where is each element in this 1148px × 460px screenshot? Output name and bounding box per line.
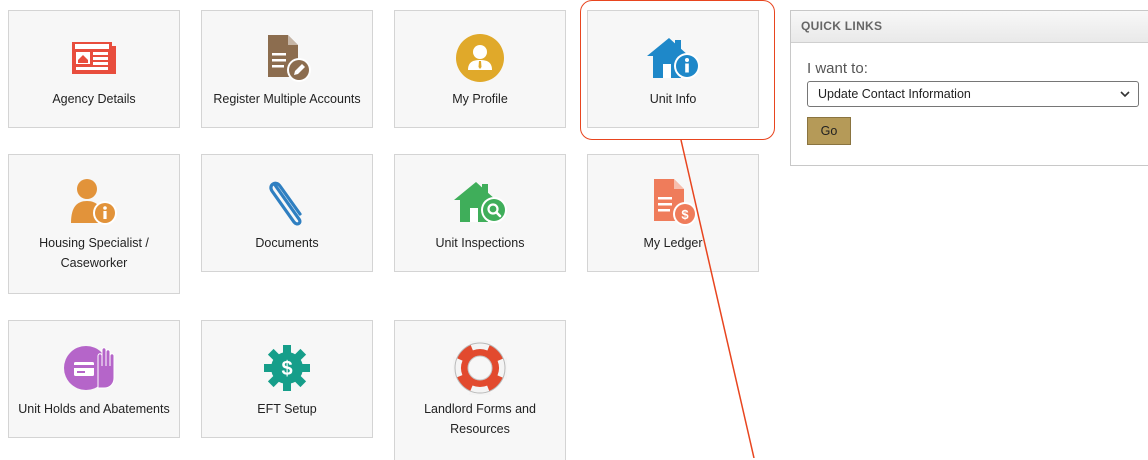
tile-label: Unit Inspections xyxy=(435,236,525,250)
tile-register-multiple-accounts[interactable]: Register Multiple Accounts xyxy=(201,10,373,128)
document-edit-icon xyxy=(257,33,317,83)
chevron-down-icon xyxy=(1120,82,1130,106)
tile-unit-info[interactable]: Unit Info xyxy=(587,10,759,128)
tile-label: Unit Info xyxy=(649,92,697,106)
tile-label: Agency Details xyxy=(52,92,136,106)
tile-unit-holds[interactable]: Unit Holds and Abatements xyxy=(8,320,180,438)
quick-links-prompt: I want to: xyxy=(807,60,868,77)
tile-agency-details[interactable]: Agency Details xyxy=(8,10,180,128)
house-info-icon xyxy=(643,33,703,83)
tile-eft-setup[interactable]: $ EFT Setup xyxy=(201,320,373,438)
tile-label: My Ledger xyxy=(643,236,703,250)
document-dollar-icon: $ xyxy=(643,177,703,227)
tile-label-line: Landlord Forms and xyxy=(424,402,536,416)
tile-label: Housing Specialist / Caseworker xyxy=(35,233,153,273)
quick-links-select[interactable]: Update Contact Information xyxy=(807,81,1139,107)
quick-links-header: QUICK LINKS xyxy=(791,11,1148,43)
lifebuoy-icon xyxy=(450,341,510,395)
tile-label-line: Resources xyxy=(450,422,510,436)
tile-my-ledger[interactable]: $ My Ledger xyxy=(587,154,759,272)
quick-links-selected-option: Update Contact Information xyxy=(818,87,971,101)
tile-documents[interactable]: Documents xyxy=(201,154,373,272)
house-search-icon xyxy=(450,177,510,227)
dollar-gear-icon: $ xyxy=(257,343,317,393)
paperclip-icon xyxy=(257,177,317,227)
tile-label: EFT Setup xyxy=(257,402,317,416)
tile-label: Register Multiple Accounts xyxy=(213,92,361,106)
hand-card-icon xyxy=(64,343,124,393)
tile-label: Unit Holds and Abatements xyxy=(18,402,170,416)
tile-unit-inspections[interactable]: Unit Inspections xyxy=(394,154,566,272)
tile-housing-specialist[interactable]: Housing Specialist / Caseworker xyxy=(8,154,180,294)
tile-label: My Profile xyxy=(452,92,508,106)
quick-links-panel: QUICK LINKS I want to: Update Contact In… xyxy=(790,10,1148,166)
tile-label-line: Caseworker xyxy=(60,256,128,270)
tile-my-profile[interactable]: My Profile xyxy=(394,10,566,128)
person-info-icon xyxy=(64,177,124,227)
newspaper-icon xyxy=(64,33,124,83)
svg-text:$: $ xyxy=(281,358,292,380)
tile-label: Documents xyxy=(255,236,319,250)
go-button[interactable]: Go xyxy=(807,117,851,145)
tile-label-line: Housing Specialist / xyxy=(39,236,149,250)
user-profile-icon xyxy=(450,33,510,83)
tile-landlord-forms[interactable]: Landlord Forms and Resources xyxy=(394,320,566,460)
svg-text:$: $ xyxy=(681,207,689,222)
tile-label: Landlord Forms and Resources xyxy=(420,399,540,439)
